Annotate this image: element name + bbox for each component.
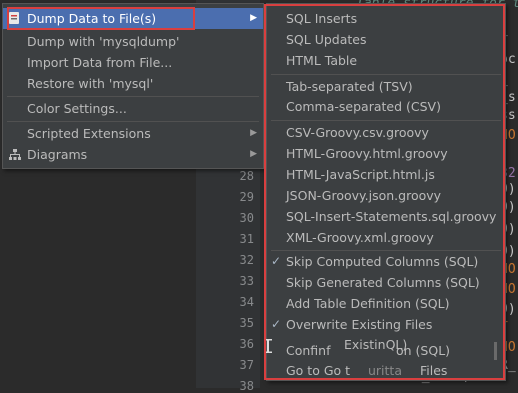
line-number: 37 xyxy=(239,358,254,372)
menu-item-label: Import Data from File... xyxy=(27,55,173,70)
menu-item-label: Dump with 'mysqldump' xyxy=(27,34,180,49)
menu-item-label: Color Settings... xyxy=(27,101,127,116)
menu-separator xyxy=(7,121,259,122)
line-number: 30 xyxy=(239,211,254,225)
import-data-from-file-item[interactable]: Import Data from File... xyxy=(3,52,263,73)
line-number: 28 xyxy=(239,169,254,183)
menu-item-label: Diagrams xyxy=(27,147,88,162)
highlight-box xyxy=(7,7,195,30)
line-number: 36 xyxy=(239,337,254,351)
line-number: 32 xyxy=(239,253,254,267)
diagrams-item[interactable]: Diagrams ▶ xyxy=(3,144,263,165)
line-number: 33 xyxy=(239,274,254,288)
submenu-arrow-icon: ▶ xyxy=(250,149,257,159)
menu-separator xyxy=(7,96,259,97)
menu-item-label: Restore with 'mysql' xyxy=(27,76,154,91)
submenu-arrow-icon: ▶ xyxy=(250,128,257,138)
color-settings-item[interactable]: Color Settings... xyxy=(3,98,263,119)
restore-with-mysql-item[interactable]: Restore with 'mysql' xyxy=(3,73,263,94)
line-number: 31 xyxy=(239,232,254,246)
highlight-box xyxy=(264,4,505,380)
line-number: 35 xyxy=(239,316,254,330)
line-number: 38 xyxy=(239,379,254,393)
scripted-extensions-item[interactable]: Scripted Extensions ▶ xyxy=(3,123,263,144)
submenu-arrow-icon: ▶ xyxy=(250,13,257,23)
menu-item-label: Scripted Extensions xyxy=(27,126,151,141)
line-number: 29 xyxy=(239,190,254,204)
diagram-icon xyxy=(9,149,21,160)
line-number: 34 xyxy=(239,295,254,309)
dump-with-mysqldump-item[interactable]: Dump with 'mysqldump' xyxy=(3,31,263,52)
